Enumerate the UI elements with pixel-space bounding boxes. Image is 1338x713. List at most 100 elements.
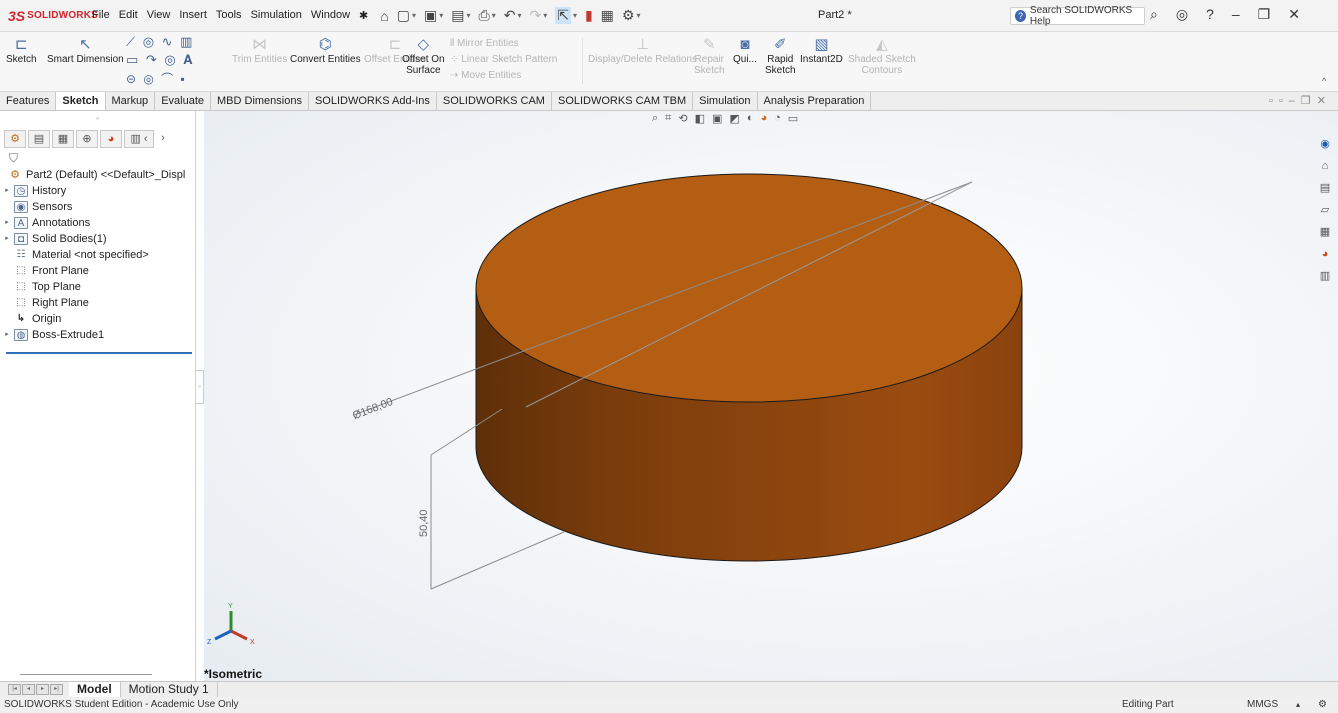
file-properties-icon[interactable]: ▦	[601, 7, 614, 24]
tree-item-right-plane[interactable]: ⬚ Right Plane	[0, 295, 195, 311]
view-orientation-icon[interactable]: ▣	[712, 112, 722, 125]
print-icon[interactable]: ⎙	[478, 7, 489, 24]
tree-item-boss-extrude1[interactable]: ▸ ◍ Boss-Extrude1	[0, 327, 195, 343]
design-library-icon[interactable]: ▤	[1316, 179, 1334, 197]
slot-tools[interactable]: ⊝ ◎ ⌒ ▪	[126, 70, 187, 87]
quick-snaps-button[interactable]: ◙ Qui...	[733, 36, 757, 65]
tree-item-material[interactable]: ☷ Material <not specified>	[0, 247, 195, 263]
last-tab-icon[interactable]: ▸|	[50, 684, 63, 695]
rebuild-icon[interactable]: ▮	[585, 7, 593, 24]
shaded-sketch-contours-button[interactable]: ◭ Shaded Sketch Contours	[848, 36, 916, 76]
panel-grip-icon[interactable]: ◦	[0, 111, 195, 129]
offset-on-surface-button[interactable]: ◇ Offset On Surface	[402, 36, 445, 76]
panel-splitter-handle[interactable]: ◦	[196, 370, 204, 404]
linear-sketch-pattern-button[interactable]: ⁘ Linear Sketch Pattern	[450, 54, 557, 65]
scene-icon[interactable]: ◔	[774, 112, 781, 125]
expand-arrow-icon[interactable]: ▸	[0, 183, 14, 199]
rectangle-tools[interactable]: ▭ ↷ ◎ 𝐀	[126, 52, 194, 68]
menu-tools[interactable]: Tools	[216, 7, 242, 24]
file-explorer-icon[interactable]: ▱	[1316, 201, 1334, 219]
menu-window[interactable]: Window	[311, 7, 350, 24]
chevron-down-icon[interactable]: ▾	[492, 11, 496, 20]
tab-evaluate[interactable]: Evaluate	[155, 92, 211, 110]
tab-motion-study-1[interactable]: Motion Study 1	[121, 682, 218, 697]
section-view-icon[interactable]: ◧	[695, 112, 705, 125]
tab-simulation[interactable]: Simulation	[693, 92, 758, 110]
tree-item-solid-bodies[interactable]: ▸ ◘ Solid Bodies(1)	[0, 231, 195, 247]
configuration-manager-tab-icon[interactable]: ▦	[52, 130, 74, 148]
tab-solidworks-cam-tbm[interactable]: SOLIDWORKS CAM TBM	[552, 92, 694, 110]
chevron-down-icon[interactable]: ▾	[412, 11, 416, 20]
solidworks-resources-icon[interactable]: ◉	[1316, 135, 1334, 153]
smart-dimension-button[interactable]: ↖ Smart Dimension	[47, 36, 124, 65]
repair-sketch-button[interactable]: ✎ Repair Sketch	[694, 36, 725, 76]
graphics-area[interactable]: Ø168,00 50,40 Y X Z *Isometric ⌕ ⌗ ⟲ ◧ ▣…	[204, 111, 1338, 681]
undo-icon[interactable]: ↶	[504, 7, 516, 24]
zoom-to-fit-icon[interactable]: ⌕	[652, 112, 658, 125]
expand-arrow-icon[interactable]: ▸	[0, 231, 14, 247]
user-icon[interactable]: ◎	[1176, 6, 1188, 23]
feature-manager-tab-icon[interactable]: ⚙	[4, 130, 26, 148]
save-icon[interactable]: ▤	[451, 7, 464, 24]
next-tab-icon[interactable]: ▸	[36, 684, 49, 695]
custom-properties-icon[interactable]: ▥	[1316, 267, 1334, 285]
unit-system-button[interactable]: MMGS	[1247, 697, 1278, 713]
rapid-sketch-button[interactable]: ✐ Rapid Sketch	[765, 36, 796, 76]
tree-item-sensors[interactable]: ◉ Sensors	[0, 199, 195, 215]
previous-view-icon[interactable]: ⟲	[678, 112, 687, 125]
menu-insert[interactable]: Insert	[179, 7, 207, 24]
menu-edit[interactable]: Edit	[119, 7, 138, 24]
dimxpert-tab-icon[interactable]: ⊕	[76, 130, 98, 148]
chevron-down-icon[interactable]: ▾	[543, 11, 547, 20]
display-style-icon[interactable]: ◩	[729, 112, 739, 125]
search-icon[interactable]: ⌕	[1150, 6, 1158, 23]
appearances-icon[interactable]: ◕	[1316, 245, 1334, 263]
collapse-ribbon-icon[interactable]: ^	[1322, 76, 1326, 86]
select-icon[interactable]: ⇱	[555, 7, 571, 24]
new-document-icon[interactable]: ▢	[397, 7, 410, 24]
help-circle-icon[interactable]: ?	[1206, 6, 1214, 23]
first-tab-icon[interactable]: |◂	[8, 684, 21, 695]
tab-solidworks-add-ins[interactable]: SOLIDWORKS Add-Ins	[309, 92, 437, 110]
tab-mbd-dimensions[interactable]: MBD Dimensions	[211, 92, 309, 110]
tree-item-part2[interactable]: ⚙ Part2 (Default) <<Default>_Displ	[0, 167, 195, 183]
rollback-bar[interactable]	[6, 352, 192, 354]
edit-appearance-icon[interactable]: ◕	[760, 112, 767, 125]
restore-icon[interactable]: ❐	[1258, 6, 1271, 23]
close-icon[interactable]: ✕	[1288, 6, 1300, 23]
chevron-down-icon[interactable]: ▾	[439, 11, 443, 20]
home-icon[interactable]: ⌂	[380, 8, 388, 24]
convert-entities-button[interactable]: ⌬ Convert Entities	[290, 36, 361, 65]
expand-arrow-icon[interactable]: ▸	[0, 327, 14, 343]
display-manager-tab-icon[interactable]: ◕	[100, 130, 122, 148]
mirror-entities-button[interactable]: ⫴ Mirror Entities	[450, 38, 519, 49]
help-search-input[interactable]: ? Search SOLIDWORKS Help	[1010, 5, 1145, 27]
view-palette-icon[interactable]: ▦	[1316, 223, 1334, 241]
tab-sketch[interactable]: Sketch	[56, 92, 106, 110]
solidworks-logo[interactable]: 3S SOLIDWORKS	[0, 8, 98, 24]
move-entities-button[interactable]: ⇢ Move Entities	[450, 70, 521, 81]
tree-item-history[interactable]: ▸ ◷ History	[0, 183, 195, 199]
tab-model[interactable]: Model	[69, 682, 121, 697]
sketch-button[interactable]: ⊏ Sketch	[6, 36, 37, 65]
chevron-right-icon[interactable]: ›	[156, 130, 170, 148]
tab-features[interactable]: Features	[0, 92, 57, 110]
redo-icon[interactable]: ↷	[529, 7, 541, 24]
options-gear-icon[interactable]: ⚙	[622, 7, 635, 24]
cam-tab-icon[interactable]: ▥ ‹	[124, 130, 154, 148]
unit-system-arrow-icon[interactable]: ▴	[1296, 697, 1300, 713]
chevron-down-icon[interactable]: ▾	[466, 11, 470, 20]
instant2d-button[interactable]: ▧ Instant2D	[800, 36, 843, 65]
tree-item-origin[interactable]: ↳ Origin	[0, 311, 195, 327]
tab-analysis-preparation[interactable]: Analysis Preparation	[758, 92, 872, 110]
hide-show-items-icon[interactable]: ◐	[747, 112, 754, 125]
tab-markup[interactable]: Markup	[106, 92, 156, 110]
menu-simulation[interactable]: Simulation	[251, 7, 302, 24]
previous-tab-icon[interactable]: ◂	[22, 684, 35, 695]
tree-item-top-plane[interactable]: ⬚ Top Plane	[0, 279, 195, 295]
zoom-area-icon[interactable]: ⌗	[665, 112, 671, 125]
filter-icon[interactable]: ⛉	[0, 149, 195, 167]
tab-solidworks-cam[interactable]: SOLIDWORKS CAM	[437, 92, 552, 110]
expand-arrow-icon[interactable]: ▸	[0, 215, 14, 231]
tree-item-front-plane[interactable]: ⬚ Front Plane	[0, 263, 195, 279]
